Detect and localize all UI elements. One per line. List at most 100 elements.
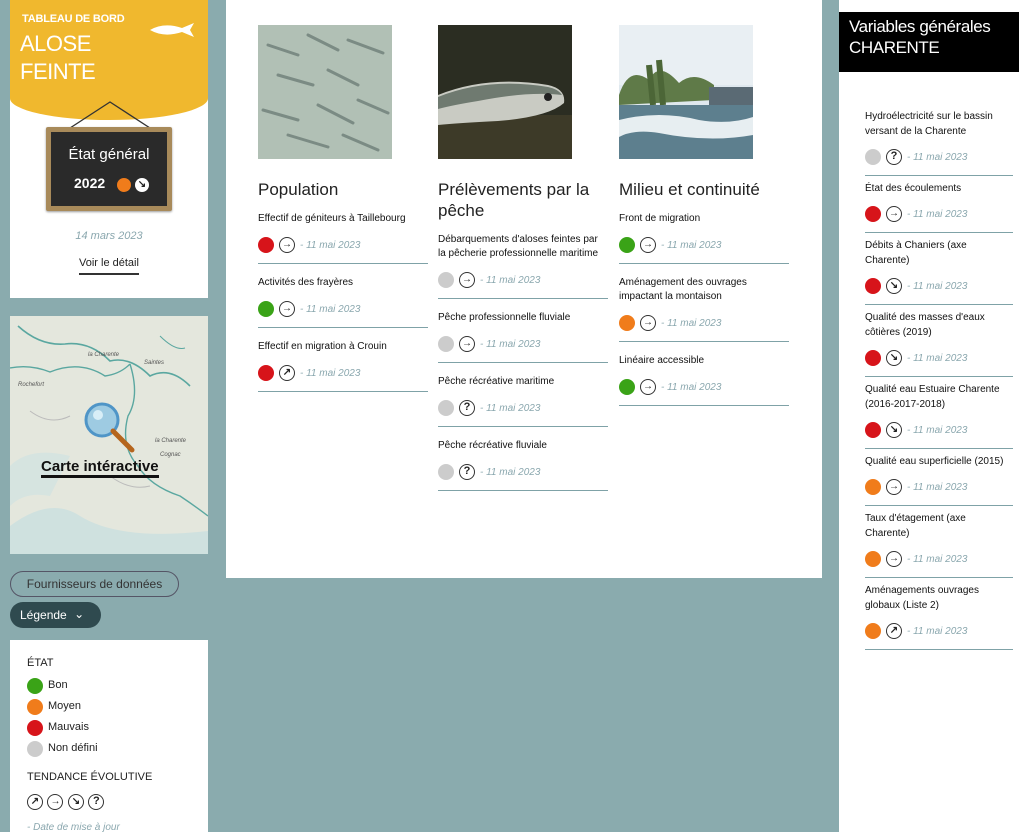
- arrow-right-icon: →: [886, 479, 902, 495]
- question-icon: ?: [886, 149, 902, 165]
- arrow-up-right-icon: ↗: [279, 365, 295, 381]
- column-title: Population: [258, 180, 339, 199]
- legend-button-label: Légende: [20, 608, 67, 622]
- legend-panel: ÉTAT Bon Moyen Mauvais Non défini TENDAN…: [10, 640, 208, 832]
- arrow-right-icon: →: [640, 315, 656, 331]
- status-dot: [438, 464, 454, 480]
- indicator-item[interactable]: Front de migration → - 11 mai 2023: [619, 200, 789, 264]
- status-dot: [27, 699, 43, 715]
- variable-item[interactable]: Qualité eau superficielle (2015) → - 11 m…: [865, 449, 1013, 506]
- status-dot: [258, 365, 274, 381]
- panel-heading: Variables générales CHARENTE: [839, 12, 1019, 72]
- column-title: Prélèvements par la pêche: [438, 180, 590, 220]
- heading-line2: CHARENTE: [849, 38, 940, 57]
- arrow-down-right-icon: ↘: [67, 793, 84, 810]
- status-dot: [619, 379, 635, 395]
- question-icon: ?: [459, 400, 475, 416]
- legend-toggle-button[interactable]: Légende ⌄: [10, 602, 101, 628]
- indicator-item[interactable]: Activités des frayères → - 11 mai 2023: [258, 264, 428, 328]
- board-title: État général: [68, 146, 150, 163]
- variables-list: Hydroélectricité sur le bassin versant d…: [865, 104, 1013, 650]
- arrow-right-icon: →: [886, 206, 902, 222]
- status-dot: [27, 720, 43, 736]
- status-dot: [438, 272, 454, 288]
- map-town-label: la Charente: [155, 438, 187, 444]
- legend-trends: ↗ → ↘ ?: [27, 793, 105, 810]
- indicator-item[interactable]: Effectif de géniteurs à Taillebourg → - 1…: [258, 200, 428, 264]
- heading-line1: Variables générales: [849, 17, 991, 36]
- variable-item[interactable]: Taux d'étagement (axe Charente) → - 11 ma…: [865, 506, 1013, 578]
- map-town-label: Cognac: [160, 452, 181, 458]
- data-providers-button[interactable]: Fournisseurs de données: [10, 571, 179, 597]
- chevron-down-icon: ⌄: [74, 607, 85, 621]
- status-dot: [865, 623, 881, 639]
- board-string: [69, 101, 151, 129]
- status-dot: [865, 350, 881, 366]
- indicator-item[interactable]: Aménagement des ouvrages impactant la mo…: [619, 264, 789, 342]
- indicator-item[interactable]: Pêche récréative maritime ? - 11 mai 2023: [438, 363, 608, 427]
- indicator-item[interactable]: Pêche récréative fluviale ? - 11 mai 2023: [438, 427, 608, 491]
- legend-trend-heading: TENDANCE ÉVOLUTIVE: [27, 771, 153, 783]
- view-detail-link[interactable]: Voir le détail: [79, 257, 139, 275]
- column-environment: Milieu et continuité Front de migration …: [619, 25, 789, 406]
- variable-item[interactable]: État des écoulements → - 11 mai 2023: [865, 176, 1013, 233]
- arrow-right-icon: →: [279, 301, 295, 317]
- indicators-panel: Population Effectif de géniteurs à Taill…: [226, 0, 822, 578]
- arrow-right-icon: →: [640, 379, 656, 395]
- arrow-up-right-icon: ↗: [27, 793, 43, 810]
- status-chalkboard[interactable]: État général 2022 ↘: [46, 127, 172, 211]
- indicator-item[interactable]: Linéaire accessible → - 11 mai 2023: [619, 342, 789, 406]
- indicator-item[interactable]: Débarquements d'aloses feintes par la pê…: [438, 221, 608, 299]
- column-title: Milieu et continuité: [619, 180, 760, 199]
- indicator-item[interactable]: Effectif en migration à Crouin ↗ - 11 mai…: [258, 328, 428, 392]
- map-town-label: Saintes: [144, 360, 165, 366]
- map-label[interactable]: Carte intéractive: [41, 458, 159, 478]
- arrow-right-icon: →: [886, 551, 902, 567]
- status-dot: [865, 206, 881, 222]
- status-dot: [865, 278, 881, 294]
- status-dot: [27, 678, 43, 694]
- weir-photo: [619, 25, 753, 159]
- column-population: Population Effectif de géniteurs à Taill…: [258, 25, 428, 392]
- variable-item[interactable]: Débits à Chaniers (axe Charente) ↘ - 11 m…: [865, 233, 1013, 305]
- status-dot: [865, 149, 881, 165]
- legend-state-heading: ÉTAT: [27, 657, 54, 669]
- status-dot: [619, 237, 635, 253]
- question-icon: ?: [459, 464, 475, 480]
- legend-date-note: - Date de mise à jour: [27, 822, 120, 832]
- arrow-down-right-icon: ↘: [886, 350, 902, 366]
- status-dot: [438, 400, 454, 416]
- status-dot: [865, 479, 881, 495]
- brand-subtitle: TABLEAU DE BORD: [22, 13, 125, 25]
- variable-item[interactable]: Qualité eau Estuaire Charente (2016-2017…: [865, 377, 1013, 449]
- status-dot: [865, 551, 881, 567]
- variable-item[interactable]: Qualité des masses d'eaux côtières (2019…: [865, 305, 1013, 377]
- board-year: 2022: [74, 175, 106, 191]
- arrow-down-right-icon: ↘: [135, 178, 149, 192]
- arrow-right-icon: →: [459, 336, 475, 352]
- status-dot: [258, 237, 274, 253]
- variable-item[interactable]: Aménagements ouvrages globaux (Liste 2) …: [865, 578, 1013, 650]
- fish-school-photo: [258, 25, 392, 159]
- brand-title-line2: FEINTE: [20, 59, 96, 84]
- interactive-map[interactable]: la Charente Saintes la Charente Rochefor…: [10, 316, 208, 554]
- arrow-right-icon: →: [640, 237, 656, 253]
- arrow-right-icon: →: [459, 272, 475, 288]
- status-dot: [258, 301, 274, 317]
- map-town-label: Rochefort: [18, 382, 45, 388]
- summary-date: 14 mars 2023: [75, 230, 143, 242]
- general-variables-panel: Variables générales CHARENTE Hydroélectr…: [839, 0, 1019, 832]
- status-dot: [865, 422, 881, 438]
- status-dot: [27, 741, 43, 757]
- status-dot: [619, 315, 635, 331]
- variable-item[interactable]: Hydroélectricité sur le bassin versant d…: [865, 104, 1013, 176]
- map-town-label: la Charente: [88, 352, 120, 358]
- arrow-right-icon: →: [47, 793, 64, 810]
- fish-photo: [438, 25, 572, 159]
- fish-icon: [150, 23, 194, 37]
- board-status-dot: [117, 178, 131, 192]
- arrow-down-right-icon: ↘: [886, 422, 902, 438]
- indicator-item[interactable]: Pêche professionnelle fluviale → - 11 mai…: [438, 299, 608, 363]
- brand-title-line1: ALOSE: [20, 31, 91, 56]
- question-icon: ?: [88, 793, 105, 810]
